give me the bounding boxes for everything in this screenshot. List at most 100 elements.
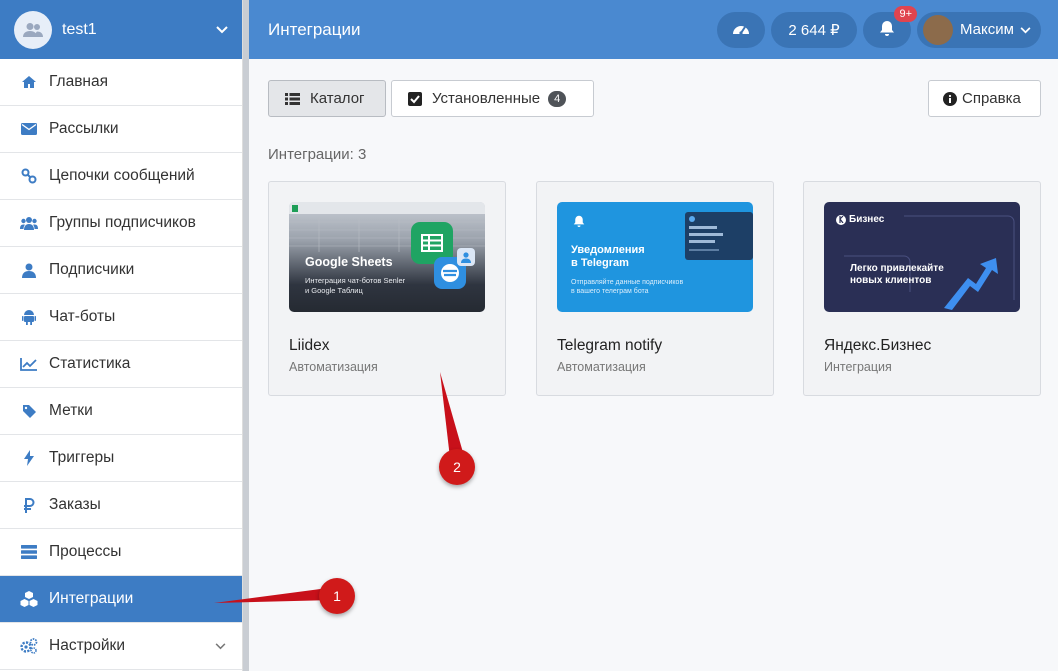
checkbox-icon — [408, 91, 422, 106]
user-name: Максим — [960, 21, 1014, 38]
sidebar-item-label: Чат-боты — [49, 308, 116, 325]
sidebar-item-label: Триггеры — [49, 449, 115, 466]
list-icon — [285, 92, 300, 105]
sidebar-item-label: Группы подписчиков — [49, 214, 196, 231]
banner-subtitle-line2: в вашего телеграм бота — [571, 288, 649, 295]
sidebar: test1 Главная Рассылки Цепочки сообщений… — [0, 0, 243, 671]
banner-subtitle-line1: Отправляйте данные подписчиков — [571, 279, 684, 286]
sidebar-item-chatbots[interactable]: Чат-боты — [0, 294, 242, 341]
person-icon — [457, 248, 475, 266]
tab-installed[interactable]: Установленные 4 — [391, 80, 594, 117]
card-category: Автоматизация — [289, 360, 378, 374]
chevron-down-icon — [1020, 21, 1031, 38]
tag-icon — [20, 402, 38, 420]
ruble-icon — [20, 496, 38, 514]
users-icon — [20, 214, 38, 232]
sidebar-item-label: Заказы — [49, 496, 101, 513]
card-banner-google-sheets: Google Sheets Интеграция чат-ботов Senle… — [289, 202, 485, 312]
home-icon — [20, 73, 38, 91]
banner-title: Уведомления в Telegram — [571, 244, 645, 270]
banner-title-line1: Уведомления — [571, 244, 645, 256]
chevron-down-icon — [215, 639, 226, 653]
tab-catalog[interactable]: Каталог — [268, 80, 386, 117]
tab-catalog-label: Каталог — [310, 90, 365, 107]
page-title: Интеграции — [268, 19, 361, 39]
envelope-icon — [20, 120, 38, 138]
server-icon — [20, 543, 38, 561]
sidebar-item-label: Статистика — [49, 355, 131, 372]
sidebar-item-integrations[interactable]: Интеграции — [0, 576, 242, 623]
banner-title: Легко привлекайте новых клиентов — [850, 263, 944, 287]
sidebar-item-label: Главная — [49, 73, 108, 90]
integration-card-liidex[interactable]: Google Sheets Интеграция чат-ботов Senle… — [268, 181, 506, 396]
cubes-icon — [20, 590, 38, 608]
bell-icon — [879, 20, 895, 40]
banner-subtitle-line1: Интеграция чат-ботов Senler — [305, 276, 406, 285]
yandex-business-logo: Бизнес — [836, 214, 884, 225]
notifications-button[interactable]: 9+ — [863, 5, 917, 48]
balance-button[interactable]: 2 644 ₽ — [771, 11, 857, 48]
sidebar-item-label: Цепочки сообщений — [49, 167, 195, 184]
banner-subtitle-line2: и Google Таблиц — [305, 286, 363, 295]
card-name: Telegram notify — [557, 337, 663, 354]
integrations-count: Интеграции: 3 — [268, 146, 367, 163]
top-bar: Интеграции 2 644 ₽ 9+ Максим — [249, 0, 1058, 59]
sidebar-item-groups[interactable]: Группы подписчиков — [0, 200, 242, 247]
balance-value: 2 644 ₽ — [788, 21, 840, 39]
notifications-badge: 9+ — [894, 5, 917, 22]
banner-title-line2: новых клиентов — [850, 275, 932, 286]
card-name: Яндекс.Бизнес — [824, 337, 932, 354]
chain-icon — [20, 167, 38, 185]
card-category: Автоматизация — [557, 360, 646, 374]
bell-icon — [573, 214, 585, 232]
telegram-message-preview — [685, 212, 753, 260]
installed-count-badge: 4 — [548, 90, 567, 107]
account-switcher[interactable]: test1 — [0, 0, 242, 59]
sidebar-item-label: Подписчики — [49, 261, 135, 278]
android-icon — [20, 308, 38, 326]
sidebar-item-triggers[interactable]: Триггеры — [0, 435, 242, 482]
card-name: Liidex — [289, 337, 330, 354]
annotation-marker-1: 1 — [319, 578, 355, 614]
help-button[interactable]: Справка — [928, 80, 1041, 117]
sidebar-item-mailings[interactable]: Рассылки — [0, 106, 242, 153]
banner-title: Google Sheets — [305, 255, 393, 269]
dashboard-button[interactable] — [717, 11, 765, 48]
sidebar-item-chains[interactable]: Цепочки сообщений — [0, 153, 242, 200]
user-menu[interactable]: Максим — [917, 11, 1041, 48]
card-banner-yandex-business: Бизнес Легко привлекайте новых клиентов — [824, 202, 1020, 312]
banner-subtitle: Отправляйте данные подписчиков в вашего … — [571, 278, 683, 296]
sidebar-item-label: Рассылки — [49, 120, 119, 137]
banner-title-line1: Легко привлекайте — [850, 263, 944, 274]
avatar — [923, 14, 953, 45]
sidebar-item-label: Интеграции — [49, 590, 134, 607]
integration-card-yandex-business[interactable]: Бизнес Легко привлекайте новых клиентов … — [803, 181, 1041, 396]
sidebar-item-subscribers[interactable]: Подписчики — [0, 247, 242, 294]
tab-installed-label: Установленные — [432, 90, 541, 107]
sidebar-item-home[interactable]: Главная — [0, 59, 242, 106]
gauge-icon — [732, 21, 750, 39]
banner-title-line2: в Telegram — [571, 257, 629, 269]
sidebar-item-orders[interactable]: Заказы — [0, 482, 242, 529]
info-icon — [943, 91, 957, 106]
sidebar-item-label: Метки — [49, 402, 93, 419]
banner-brand: Бизнес — [849, 214, 885, 225]
annotation-marker-2: 2 — [439, 449, 475, 485]
card-banner-telegram: Уведомления в Telegram Отправляйте данны… — [557, 202, 753, 312]
sidebar-item-statistics[interactable]: Статистика — [0, 341, 242, 388]
bolt-icon — [20, 449, 38, 467]
account-name: test1 — [62, 20, 97, 38]
chart-icon — [20, 355, 38, 373]
account-avatar-icon — [14, 10, 52, 49]
cogs-icon — [20, 637, 38, 655]
main-content: Каталог Установленные 4 Справка Интеграц… — [249, 59, 1058, 671]
sidebar-item-settings[interactable]: Настройки — [0, 623, 242, 670]
yandex-logo-icon — [836, 214, 846, 225]
user-icon — [20, 261, 38, 279]
integration-card-telegram-notify[interactable]: Уведомления в Telegram Отправляйте данны… — [536, 181, 774, 396]
sidebar-item-label: Процессы — [49, 543, 122, 560]
card-category: Интеграция — [824, 360, 892, 374]
sidebar-item-tags[interactable]: Метки — [0, 388, 242, 435]
sidebar-item-label: Настройки — [49, 637, 126, 654]
sidebar-item-processes[interactable]: Процессы — [0, 529, 242, 576]
